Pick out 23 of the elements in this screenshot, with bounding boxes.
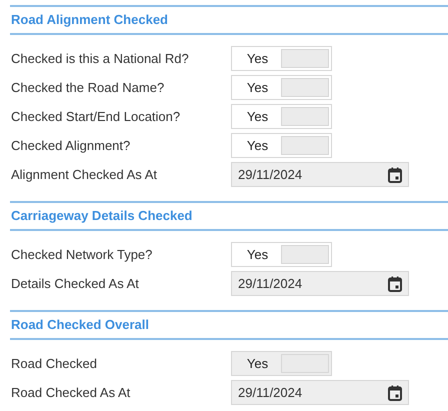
calendar-icon[interactable]: [388, 384, 402, 400]
calendar-icon[interactable]: [388, 166, 402, 182]
toggle-switch[interactable]: Yes: [231, 46, 332, 71]
field-label: Alignment Checked As At: [10, 167, 158, 182]
toggle-switch[interactable]: Yes: [231, 104, 332, 129]
section-title: Road Checked Overall: [11, 317, 149, 332]
field-label: Details Checked As At: [10, 276, 140, 291]
toggle-switch[interactable]: Yes: [231, 242, 332, 267]
section-title: Carriageway Details Checked: [11, 208, 192, 223]
field-label: Road Checked: [10, 356, 98, 371]
field-label: Checked is this a National Rd?: [10, 51, 190, 66]
date-field[interactable]: 29/11/2024: [231, 271, 409, 296]
calendar-icon[interactable]: [388, 276, 402, 292]
toggle-switch[interactable]: Yes: [231, 75, 332, 100]
field-label: Checked Start/End Location?: [10, 109, 182, 124]
field-label: Road Checked As At: [10, 385, 132, 400]
field-label: Checked the Road Name?: [10, 80, 166, 95]
field-label: Checked Network Type?: [10, 247, 154, 262]
section-title: Road Alignment Checked: [11, 12, 168, 27]
field-label: Checked Alignment?: [10, 138, 132, 153]
toggle-switch[interactable]: Yes: [231, 133, 332, 158]
date-field[interactable]: 29/11/2024: [231, 380, 409, 405]
date-field[interactable]: 29/11/2024: [231, 162, 409, 187]
